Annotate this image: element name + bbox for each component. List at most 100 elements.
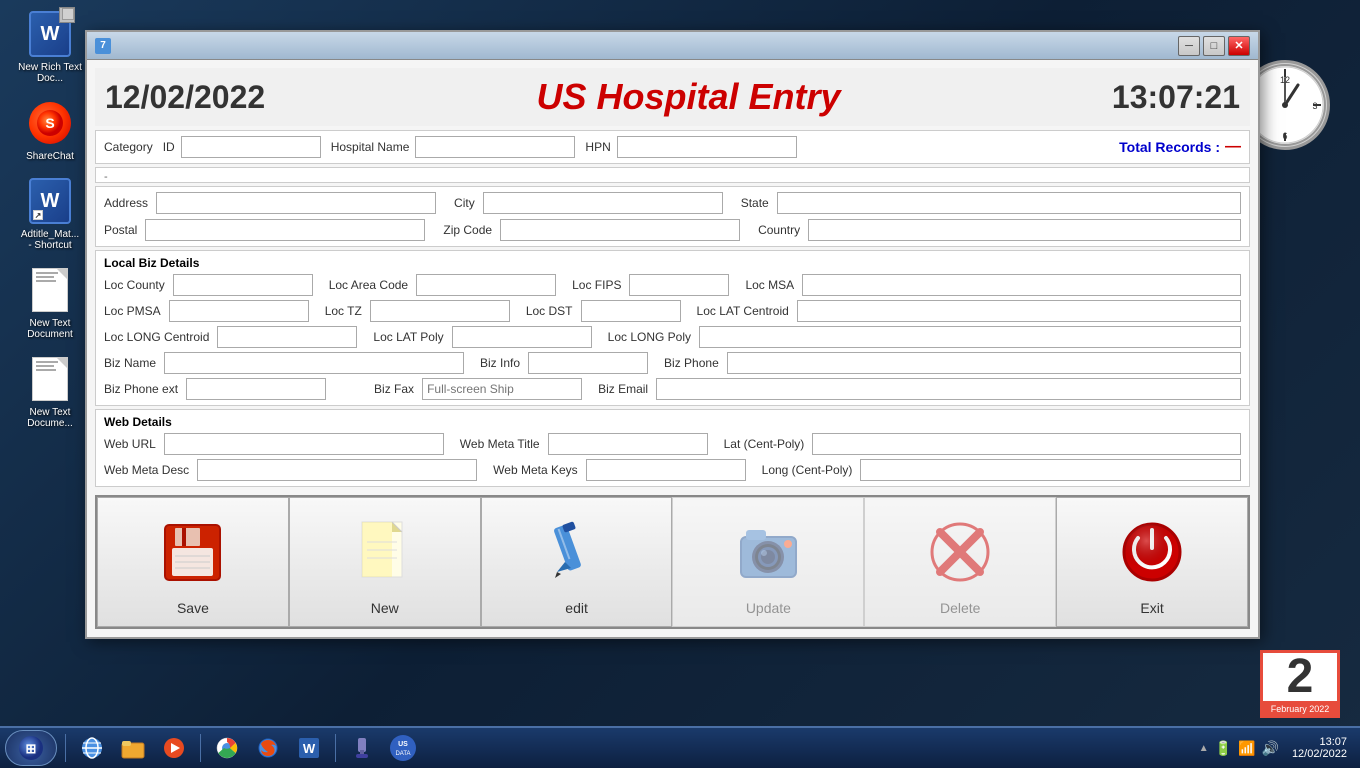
hpn-field-group: HPN bbox=[585, 136, 796, 158]
biz-email-input[interactable] bbox=[656, 378, 1241, 400]
taskbar-media-icon[interactable] bbox=[156, 731, 192, 765]
zip-code-input[interactable] bbox=[500, 219, 740, 241]
lat-cent-poly-label: Lat (Cent-Poly) bbox=[724, 437, 805, 451]
loc-lat-centroid-input[interactable] bbox=[797, 300, 1241, 322]
desktop-icon-new-rich-text[interactable]: W New Rich Text Doc... bbox=[10, 10, 90, 84]
web-meta-title-input[interactable] bbox=[548, 433, 708, 455]
volume-icon: 🔊 bbox=[1262, 740, 1279, 757]
separator-row: - bbox=[95, 167, 1250, 183]
biz-phone-input[interactable] bbox=[727, 352, 1241, 374]
update-label: Update bbox=[746, 600, 791, 616]
biz-info-input[interactable] bbox=[528, 352, 648, 374]
start-button[interactable]: ⊞ bbox=[5, 730, 57, 766]
close-button[interactable]: ✕ bbox=[1228, 36, 1250, 56]
hospital-name-field-group: Hospital Name bbox=[331, 136, 576, 158]
web-meta-keys-input[interactable] bbox=[586, 459, 746, 481]
biz-fax-input[interactable] bbox=[422, 378, 582, 400]
app-header: 12/02/2022 US Hospital Entry 13:07:21 bbox=[95, 68, 1250, 126]
long-cent-poly-input[interactable] bbox=[860, 459, 1241, 481]
edit-button[interactable]: edit bbox=[481, 497, 673, 627]
biz-email-label: Biz Email bbox=[598, 382, 648, 396]
taskbar-folder-icon[interactable] bbox=[115, 731, 151, 765]
long-cent-poly-label: Long (Cent-Poly) bbox=[762, 463, 853, 477]
calendar-widget: 2 February 2022 bbox=[1260, 650, 1340, 718]
taskbar-time: 13:07 bbox=[1292, 736, 1347, 748]
loc-msa-label: Loc MSA bbox=[745, 278, 794, 292]
hospital-name-label: Hospital Name bbox=[331, 140, 410, 154]
new-button[interactable]: New bbox=[289, 497, 481, 627]
taskbar-firefox-icon[interactable] bbox=[250, 731, 286, 765]
save-button[interactable]: Save bbox=[97, 497, 289, 627]
biz-phone-ext-label: Biz Phone ext bbox=[104, 382, 178, 396]
save-label: Save bbox=[177, 600, 209, 616]
taskbar-separator-2 bbox=[200, 734, 201, 762]
biz-row-1: Biz Name Biz Info Biz Phone bbox=[104, 352, 1241, 374]
web-details-section: Web Details Web URL Web Meta Title Lat (… bbox=[95, 409, 1250, 487]
web-meta-desc-label: Web Meta Desc bbox=[104, 463, 189, 477]
exit-label: Exit bbox=[1140, 600, 1163, 616]
svg-text:6: 6 bbox=[1282, 131, 1287, 141]
loc-tz-input[interactable] bbox=[370, 300, 510, 322]
loc-county-input[interactable] bbox=[173, 274, 313, 296]
new-icon bbox=[350, 512, 420, 592]
update-button[interactable]: Update bbox=[672, 497, 864, 627]
loc-fips-label: Loc FIPS bbox=[572, 278, 621, 292]
edit-icon bbox=[542, 512, 612, 592]
loc-pmsa-label: Loc PMSA bbox=[104, 304, 161, 318]
action-buttons: Save bbox=[95, 495, 1250, 629]
delete-button[interactable]: Delete bbox=[864, 497, 1056, 627]
id-field-group: ID bbox=[163, 136, 321, 158]
lat-cent-poly-input[interactable] bbox=[812, 433, 1241, 455]
id-input[interactable] bbox=[181, 136, 321, 158]
loc-lat-poly-input[interactable] bbox=[452, 326, 592, 348]
biz-phone-ext-input[interactable] bbox=[186, 378, 326, 400]
state-label: State bbox=[741, 196, 769, 210]
desktop: W New Rich Text Doc... S ShareChat bbox=[0, 0, 1360, 768]
web-url-label: Web URL bbox=[104, 437, 156, 451]
doc-icon-2 bbox=[32, 357, 68, 401]
web-url-input[interactable] bbox=[164, 433, 444, 455]
loc-county-label: Loc County bbox=[104, 278, 165, 292]
svg-text:W: W bbox=[303, 741, 316, 756]
city-input[interactable] bbox=[483, 192, 723, 214]
header-title: US Hospital Entry bbox=[537, 76, 841, 118]
address-label: Address bbox=[104, 196, 148, 210]
loc-fips-input[interactable] bbox=[629, 274, 729, 296]
taskbar-word-icon[interactable]: W bbox=[291, 731, 327, 765]
country-input[interactable] bbox=[808, 219, 1241, 241]
total-records-group: Total Records : — bbox=[1119, 138, 1241, 156]
loc-dst-input[interactable] bbox=[581, 300, 681, 322]
address-input[interactable] bbox=[156, 192, 436, 214]
biz-name-input[interactable] bbox=[164, 352, 464, 374]
title-bar-left: 7 bbox=[95, 38, 111, 54]
desktop-icon-label: New Rich Text Doc... bbox=[10, 62, 90, 84]
state-input[interactable] bbox=[777, 192, 1241, 214]
biz-row-2: Biz Phone ext Biz Fax Biz Email bbox=[104, 378, 1241, 400]
taskbar-usdata-icon[interactable]: US DATA bbox=[385, 731, 421, 765]
desktop-icon-sharechat[interactable]: S ShareChat bbox=[10, 99, 90, 162]
zip-code-label: Zip Code bbox=[443, 223, 492, 237]
loc-msa-input[interactable] bbox=[802, 274, 1241, 296]
web-meta-desc-input[interactable] bbox=[197, 459, 477, 481]
loc-pmsa-input[interactable] bbox=[169, 300, 309, 322]
minimize-button[interactable]: ─ bbox=[1178, 36, 1200, 56]
loc-long-poly-input[interactable] bbox=[699, 326, 1241, 348]
taskbar-ie-icon[interactable] bbox=[74, 731, 110, 765]
taskbar-date: 12/02/2022 bbox=[1292, 748, 1347, 760]
desktop-icon-adtitle[interactable]: W ↗ Adtitle_Mat...- Shortcut bbox=[10, 177, 90, 251]
loc-long-centroid-input[interactable] bbox=[217, 326, 357, 348]
taskbar-usb-icon[interactable] bbox=[344, 731, 380, 765]
loc-area-code-input[interactable] bbox=[416, 274, 556, 296]
taskbar-chrome-icon[interactable] bbox=[209, 731, 245, 765]
hospital-name-input[interactable] bbox=[415, 136, 575, 158]
desktop-icon-label: New Text Docume... bbox=[10, 407, 90, 429]
web-row-1: Web URL Web Meta Title Lat (Cent-Poly) bbox=[104, 433, 1241, 455]
exit-button[interactable]: Exit bbox=[1056, 497, 1248, 627]
desktop-icon-new-text-1[interactable]: New Text Document bbox=[10, 266, 90, 340]
hpn-input[interactable] bbox=[617, 136, 797, 158]
web-row-2: Web Meta Desc Web Meta Keys Long (Cent-P… bbox=[104, 459, 1241, 481]
maximize-button[interactable]: □ bbox=[1203, 36, 1225, 56]
taskbar-sys-icons: ▲ 🔋 📶 🔊 bbox=[1199, 740, 1279, 757]
desktop-icon-new-text-2[interactable]: New Text Docume... bbox=[10, 355, 90, 429]
postal-input[interactable] bbox=[145, 219, 425, 241]
